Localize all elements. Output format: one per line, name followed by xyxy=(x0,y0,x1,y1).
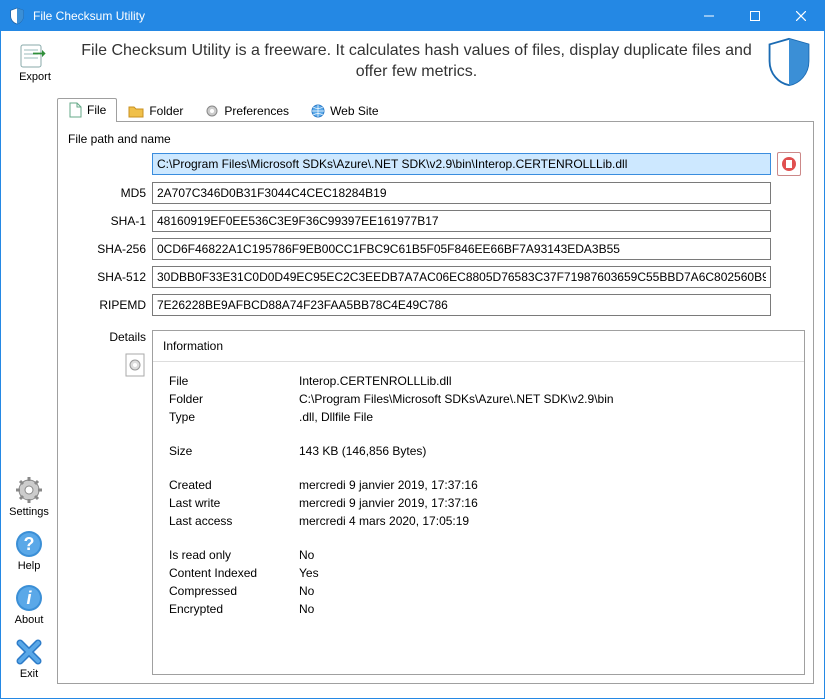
info-readonly-val: No xyxy=(299,548,788,562)
window-title: File Checksum Utility xyxy=(33,9,686,23)
svg-text:?: ? xyxy=(24,534,35,554)
info-lastwrite-key: Last write xyxy=(169,496,299,510)
sha512-label: SHA-512 xyxy=(66,270,146,284)
info-created-key: Created xyxy=(169,478,299,492)
globe-icon xyxy=(311,104,325,118)
info-readonly-key: Is read only xyxy=(169,548,299,562)
file-icon xyxy=(68,102,82,118)
gear-small-icon xyxy=(205,104,219,118)
info-encrypted-val: No xyxy=(299,602,788,616)
md5-input[interactable] xyxy=(152,182,771,204)
ripemd-input[interactable] xyxy=(152,294,771,316)
folder-icon xyxy=(128,104,144,118)
details-settings-button[interactable] xyxy=(124,352,146,378)
info-type-key: Type xyxy=(169,410,299,424)
exit-label: Exit xyxy=(20,668,38,680)
sha256-label: SHA-256 xyxy=(66,242,146,256)
browse-button[interactable] xyxy=(777,152,801,176)
gear-icon xyxy=(15,476,43,504)
path-label: File path and name xyxy=(66,132,805,146)
tagline: File Checksum Utility is a freeware. It … xyxy=(69,41,764,83)
info-folder-val: C:\Program Files\Microsoft SDKs\Azure\.N… xyxy=(299,392,788,406)
info-file-val: Interop.CERTENROLLLib.dll xyxy=(299,374,788,388)
help-icon: ? xyxy=(15,530,43,558)
shield-logo-icon xyxy=(764,37,814,87)
info-box: Information File Interop.CERTENROLLLib.d… xyxy=(152,330,805,675)
tab-file-label: File xyxy=(87,103,106,117)
info-lastaccess-val: mercredi 4 mars 2020, 17:05:19 xyxy=(299,514,788,528)
tab-preferences-label: Preferences xyxy=(224,104,289,118)
info-file-key: File xyxy=(169,374,299,388)
app-icon xyxy=(9,7,25,25)
info-compressed-key: Compressed xyxy=(169,584,299,598)
export-button[interactable]: Export xyxy=(11,41,59,83)
info-created-val: mercredi 9 janvier 2019, 17:37:16 xyxy=(299,478,788,492)
info-type-val: .dll, Dllfile File xyxy=(299,410,788,424)
sha256-input[interactable] xyxy=(152,238,771,260)
close-icon xyxy=(15,638,43,666)
top-row: Export File Checksum Utility is a freewa… xyxy=(1,31,824,91)
info-size-key: Size xyxy=(169,444,299,458)
maximize-button[interactable] xyxy=(732,1,778,31)
info-compressed-val: No xyxy=(299,584,788,598)
tab-folder-label: Folder xyxy=(149,104,183,118)
minimize-button[interactable] xyxy=(686,1,732,31)
info-size-val: 143 KB (146,856 Bytes) xyxy=(299,444,788,458)
sha1-input[interactable] xyxy=(152,210,771,232)
exit-button[interactable]: Exit xyxy=(15,638,43,680)
info-icon: i xyxy=(15,584,43,612)
help-button[interactable]: ? Help xyxy=(15,530,43,572)
info-encrypted-key: Encrypted xyxy=(169,602,299,616)
info-lastaccess-key: Last access xyxy=(169,514,299,528)
tab-file[interactable]: File xyxy=(57,98,117,122)
title-bar: File Checksum Utility xyxy=(1,1,824,31)
about-label: About xyxy=(15,614,44,626)
tab-panel-file: File path and name MD5 SHA-1 SHA-256 SHA… xyxy=(57,121,814,684)
close-button[interactable] xyxy=(778,1,824,31)
tab-preferences[interactable]: Preferences xyxy=(194,100,300,121)
info-indexed-val: Yes xyxy=(299,566,788,580)
about-button[interactable]: i About xyxy=(15,584,44,626)
info-indexed-key: Content Indexed xyxy=(169,566,299,580)
path-input[interactable] xyxy=(152,153,771,175)
md5-label: MD5 xyxy=(66,186,146,200)
page-gear-icon xyxy=(124,352,146,378)
info-scroll[interactable]: File Interop.CERTENROLLLib.dll Folder C:… xyxy=(153,362,804,674)
tab-website[interactable]: Web Site xyxy=(300,100,389,121)
details-label: Details xyxy=(66,330,146,344)
sha1-label: SHA-1 xyxy=(66,214,146,228)
tab-bar: File Folder Preferences Web Site xyxy=(57,95,814,121)
export-label: Export xyxy=(19,71,51,83)
export-icon xyxy=(19,41,51,69)
info-heading: Information xyxy=(153,331,804,362)
tab-website-label: Web Site xyxy=(330,104,378,118)
sidebar: Settings ? Help i About Exit xyxy=(1,91,57,692)
ripemd-label: RIPEMD xyxy=(66,298,146,312)
settings-label: Settings xyxy=(9,506,49,518)
tab-folder[interactable]: Folder xyxy=(117,100,194,121)
settings-button[interactable]: Settings xyxy=(9,476,49,518)
info-lastwrite-val: mercredi 9 janvier 2019, 17:37:16 xyxy=(299,496,788,510)
main-panel: File Folder Preferences Web Site File pa… xyxy=(57,91,824,692)
browse-icon xyxy=(781,156,797,172)
sha512-input[interactable] xyxy=(152,266,771,288)
help-label: Help xyxy=(18,560,41,572)
info-folder-key: Folder xyxy=(169,392,299,406)
